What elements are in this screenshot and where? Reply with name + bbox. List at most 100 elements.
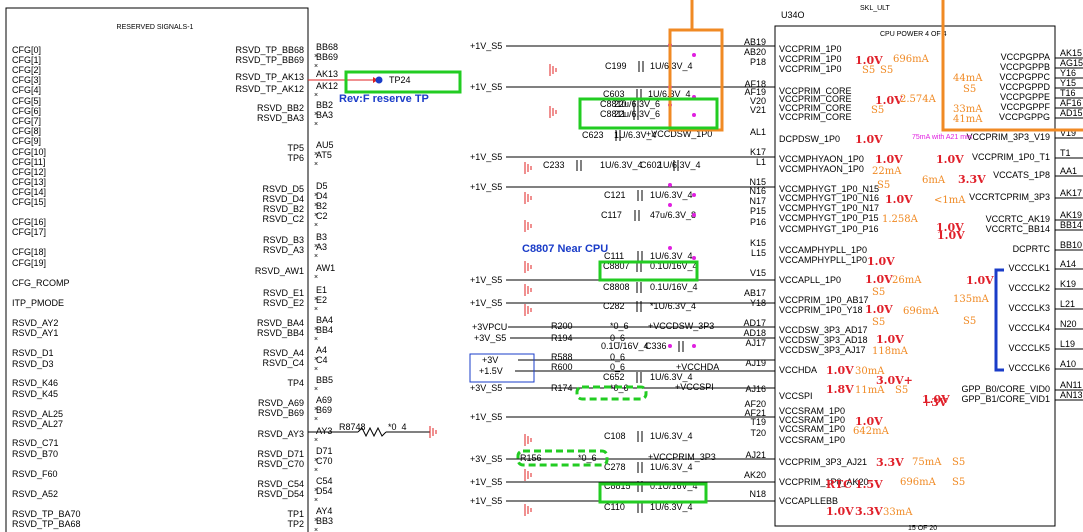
- voltage-annotation: 3.3V: [876, 456, 904, 469]
- rail-label: +1V_S5: [470, 152, 502, 162]
- cpu-left-ball: L15: [751, 248, 766, 258]
- cap-ref: C108: [604, 431, 626, 441]
- current-annotation: 44mA: [953, 73, 983, 84]
- cap-value: 1U/6.3V_4: [650, 372, 693, 382]
- cap-ref: C121: [604, 190, 626, 200]
- cfg-pin-label: CFG[3]: [12, 75, 41, 85]
- cpu-left-ball: AB20: [744, 47, 766, 57]
- current-annotation: 22mA: [872, 166, 902, 177]
- reserved-pin-label: RSVD_C54: [257, 479, 304, 489]
- cap-ref: C282: [603, 301, 625, 311]
- voltage-annotation: 1.0V: [865, 273, 893, 286]
- cpu-right-ball: Y16: [1060, 68, 1076, 78]
- cpu-left-pin-label: VCCAMPHYPLL_1P0: [779, 255, 867, 265]
- cpu-right-pins: VCCPGPPA AK15 VCCPGPPB AG15 VCCPGPPC Y16 VCCPG…: [961, 48, 1083, 404]
- voltage-annotation: +3V: [922, 396, 948, 409]
- voltage-annotation: 3.3V: [958, 173, 986, 186]
- cpu-left-ball: AJ17: [745, 338, 766, 348]
- voltage-annotation: 1.0V: [826, 505, 854, 518]
- reserved-pin-ball: A69: [316, 395, 332, 405]
- cpu-left-pin-label: VCCMPHYAON_1P0: [779, 154, 864, 164]
- rail-label: +1V_S5: [470, 82, 502, 92]
- cap-value: *1U/6.3V_4: [650, 301, 696, 311]
- cpu-left-pin-label: VCCSRAM_1P0: [779, 435, 845, 445]
- current-annotation: S5: [877, 180, 890, 191]
- cpu-left-pin-label: VCCMPHYGT_1P0_P15: [779, 213, 879, 223]
- cpu-left-ball: N18: [749, 489, 766, 499]
- cpu-left-ball: AK20: [744, 470, 766, 480]
- no-connect-mark: ×: [314, 437, 318, 444]
- cpu-right-pin-label: VCCATS_1P8: [993, 170, 1050, 180]
- rail-label: +1V_S5: [470, 477, 502, 487]
- cpu-left-ball: AL1: [750, 127, 766, 137]
- cfg-pin-label: CFG[15]: [12, 197, 46, 207]
- r8748-ref: R8748: [339, 422, 366, 432]
- cfg-pin-label: RSVD_TP_BA70: [12, 509, 81, 519]
- cpu-right-pin-label: VCCPGPPB: [1000, 62, 1050, 72]
- voltage-annotation: 1.0V: [936, 153, 964, 166]
- no-connect-mark: ×: [314, 497, 318, 504]
- current-annotation: S5: [880, 65, 893, 76]
- cap-value: 1U/6.3V_4: [650, 431, 693, 441]
- voltage-annotation: 1.8V: [826, 383, 854, 396]
- reserved-pin-label: RSVD_D54: [257, 489, 304, 499]
- cpu-right-pin-label: VCCPRIM_3P3_V19: [966, 132, 1050, 142]
- cap-value: 1U/6.3V_4: [658, 160, 701, 170]
- net-label: +VCCHDA: [676, 362, 719, 372]
- reserved-pin-ball: C70: [316, 456, 333, 466]
- no-connect-mark: ×: [314, 274, 318, 281]
- cpu-right-pin-label: VCCPGPPD: [999, 82, 1050, 92]
- cpu-right-pin-label: VCCCLK1: [1008, 263, 1050, 273]
- current-annotation: 696mA: [900, 477, 937, 488]
- cpu-right-pin-label: VCCCLK4: [1008, 323, 1050, 333]
- reserved-pin-ball: AU5: [316, 140, 334, 150]
- cpu-right-pin-label: VCCRTC_BB14: [986, 224, 1050, 234]
- cpu-left-pin-label: VCCPRIM_3P3_AJ21: [779, 457, 867, 467]
- cpu-footer: 15 OF 20: [908, 525, 937, 532]
- reserved-pin-label: RSVD_A3: [263, 245, 304, 255]
- reserved-pin-ball: D4: [316, 191, 328, 201]
- cfg-pin-label: CFG[17]: [12, 227, 46, 237]
- resistor-value: 0_6: [610, 333, 625, 343]
- reserved-pin-label: RSVD_BA3: [257, 113, 304, 123]
- tp24-label: TP24: [389, 75, 411, 85]
- reserved-pin-label: RSVD_TP_AK12: [235, 84, 304, 94]
- cpu-left-ball: AJ21: [745, 450, 766, 460]
- cfg-pin-label: RSVD_B70: [12, 449, 58, 459]
- reserved-pin-ball: AK12: [316, 81, 338, 91]
- reserved-pin-ball: A3: [316, 242, 327, 252]
- resistor-value: *0_6: [610, 321, 629, 331]
- reserved-pin-ball: A4: [316, 345, 327, 355]
- cap-ref: C117: [601, 210, 622, 220]
- rail-label: +3VPCU: [472, 322, 507, 332]
- cpu-left-pin-label: DCPDSW_1P0: [779, 134, 840, 144]
- cpu-left-ball: AD18: [743, 328, 766, 338]
- current-annotation: 135mA: [953, 294, 990, 305]
- resistor-value: 0_6: [610, 352, 625, 362]
- reserved-pin-label: RSVD_B2: [263, 204, 304, 214]
- cpu-left-pin-label: VCCPRIM_1P0: [779, 64, 842, 74]
- reserved-pin-label: RSVD_TP_AK13: [235, 72, 304, 82]
- cfg-pin-label: RSVD_AY2: [12, 318, 58, 328]
- reserved-pin-ball: E1: [316, 285, 327, 295]
- reserved-pin-label: RSVD_AY3: [258, 429, 304, 439]
- reserved-pin-ball: D54: [316, 486, 333, 496]
- reserved-pin-label: RSVD_B69: [258, 408, 304, 418]
- reserved-pin-label: RSVD_A4: [263, 348, 304, 358]
- tp24-dot: [375, 76, 383, 84]
- cfg-pin-label: CFG_RCOMP: [12, 278, 70, 288]
- no-connect-mark: ×: [314, 161, 318, 168]
- current-annotation: S5: [862, 65, 875, 76]
- cpu-right-ball: Y15: [1060, 78, 1076, 88]
- cap-ref: C623: [582, 130, 604, 140]
- cpu-left-ball: V15: [750, 268, 766, 278]
- cfg-pin-label: CFG[9]: [12, 136, 41, 146]
- cfg-pin-label: CFG[16]: [12, 217, 46, 227]
- cfg-pin-label: RSVD_AL27: [12, 419, 63, 429]
- rail-label: +3V_S5: [474, 333, 506, 343]
- cfg-pin-label: CFG[14]: [12, 187, 46, 197]
- cpu-right-pin-label: VCCCLK6: [1008, 363, 1050, 373]
- rail-label: +1V_S5: [470, 298, 502, 308]
- voltage-annotation: 1.0V: [885, 193, 913, 206]
- cpu-right-pin-label: VCCCLK2: [1008, 283, 1050, 293]
